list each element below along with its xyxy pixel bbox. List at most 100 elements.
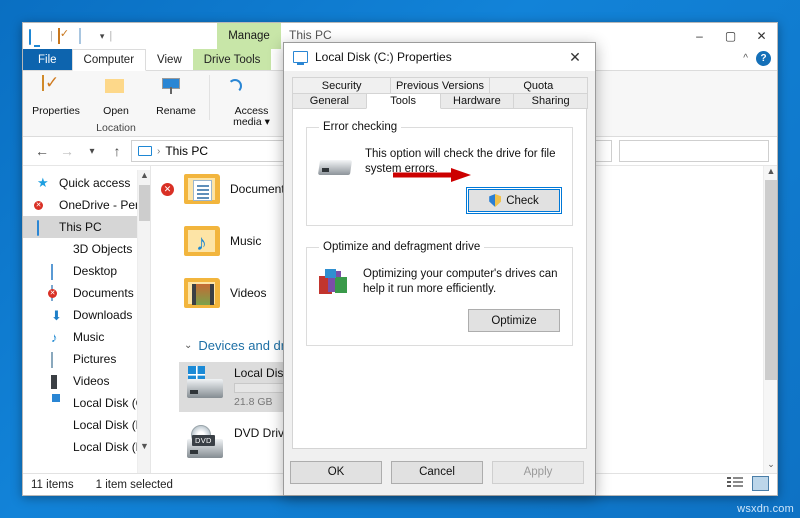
sidebar-item-label: 3D Objects (73, 242, 133, 256)
new-folder-icon[interactable] (78, 27, 95, 44)
sidebar-item-music[interactable]: ♪ Music (23, 326, 150, 348)
scroll-down-icon[interactable]: ▼ (138, 441, 150, 455)
scroll-down-icon[interactable]: ⌄ (764, 459, 777, 473)
details-view-button[interactable] (727, 476, 744, 491)
error-badge-icon: ✕ (161, 182, 174, 196)
properties-icon (42, 75, 70, 104)
error-badge-icon: ✕ (34, 201, 43, 210)
sidebar-item-quick-access[interactable]: ★ Quick access (23, 172, 150, 194)
optimize-legend: Optimize and defragment drive (323, 241, 481, 253)
list-item[interactable]: Videos (184, 278, 266, 308)
close-button[interactable]: ✕ (746, 23, 777, 49)
uac-shield-icon (489, 194, 501, 207)
sidebar-item-label: Downloads (73, 308, 133, 322)
chevron-down-icon[interactable]: ⌄ (184, 340, 192, 351)
tab-drive-tools[interactable]: Drive Tools (192, 49, 272, 70)
sidebar-item-onedrive[interactable]: ✕ OneDrive - Personal (23, 194, 150, 216)
cloud-icon: ✕ (34, 198, 53, 212)
scroll-up-icon[interactable]: ▲ (138, 170, 150, 184)
ribbon-button-properties[interactable]: Properties (27, 74, 85, 117)
view-mode-buttons (727, 476, 769, 491)
sidebar-item-local-disk-c[interactable]: Local Disk (C:) (23, 392, 150, 414)
cube-icon (51, 242, 67, 256)
scroll-up-icon[interactable]: ▲ (764, 166, 777, 180)
item-label: Music (230, 234, 262, 248)
tab-previous-versions[interactable]: Previous Versions (390, 77, 490, 93)
videos-icon (51, 374, 67, 389)
back-button[interactable]: ← (31, 140, 53, 162)
help-icon[interactable]: ? (756, 51, 771, 66)
this-pc-icon[interactable] (29, 28, 45, 45)
minimize-button[interactable]: – (684, 23, 715, 49)
properties-dialog: Local Disk (C:) Properties ✕ Security Pr… (283, 42, 596, 496)
sidebar-item-this-pc[interactable]: This PC (23, 216, 150, 238)
list-item[interactable]: ✕ Documents (161, 174, 291, 204)
scrollbar-thumb[interactable] (765, 180, 777, 380)
tab-quota[interactable]: Quota (488, 77, 588, 93)
properties-icon[interactable] (57, 27, 74, 44)
sidebar-item-label: Documents (73, 286, 134, 300)
ok-button[interactable]: OK (290, 460, 382, 484)
list-item[interactable]: ♪ Music (184, 226, 261, 256)
content-scrollbar[interactable]: ▲ ⌄ (763, 166, 777, 473)
forward-button[interactable]: → (56, 140, 78, 162)
tab-file[interactable]: File (23, 49, 72, 70)
status-item-count: 11 items (31, 478, 74, 491)
dialog-close-button[interactable]: ✕ (555, 43, 595, 71)
chevron-up-icon[interactable]: ^ (743, 53, 748, 64)
tab-computer[interactable]: Computer (71, 49, 147, 71)
dialog-body-tools: Error checking This option will check th… (292, 109, 587, 449)
sidebar-item-desktop[interactable]: Desktop (23, 260, 150, 282)
sidebar-item-pictures[interactable]: Pictures (23, 348, 150, 370)
quick-access-toolbar: | ▾ | (29, 27, 113, 45)
ribbon-button-access-media[interactable]: Access media ▾ (223, 74, 281, 128)
drive-icon (319, 153, 353, 175)
qat-divider: | (50, 30, 53, 42)
sidebar-item-3d-objects[interactable]: 3D Objects (23, 238, 150, 260)
breadcrumb-separator: › (157, 145, 161, 157)
check-button-label: Check (506, 194, 539, 207)
drive-properties-icon (293, 51, 308, 65)
breadcrumb-item-this-pc[interactable]: This PC (165, 144, 208, 158)
sidebar-item-documents[interactable]: ✕ Documents (23, 282, 150, 304)
music-folder-icon: ♪ (184, 226, 220, 256)
sidebar-item-local-disk-d[interactable]: Local Disk (D:) (23, 414, 150, 436)
tab-general[interactable]: General (292, 93, 367, 109)
error-badge-icon: ✕ (48, 289, 57, 298)
sidebar-item-local-disk-e[interactable]: Local Disk (E:) (23, 436, 150, 458)
sidebar-item-label: Pictures (73, 352, 117, 366)
dialog-tab-row-bottom: General Tools Hardware Sharing (292, 93, 588, 109)
up-button[interactable]: ↑ (106, 140, 128, 162)
large-icons-view-button[interactable] (752, 476, 769, 491)
sidebar-item-downloads[interactable]: ⬇ Downloads (23, 304, 150, 326)
cancel-button[interactable]: Cancel (391, 460, 483, 484)
sidebar-scrollbar[interactable]: ▲ ▼ (137, 170, 150, 473)
maximize-button[interactable]: ▢ (715, 23, 746, 49)
dvd-drive-icon: DVD (185, 425, 225, 458)
tab-security[interactable]: Security (292, 77, 392, 93)
qat-divider-2: | (109, 30, 113, 42)
navigation-pane: ★ Quick access ✕ OneDrive - Personal Thi… (23, 166, 151, 473)
ribbon-button-rename[interactable]: Rename (147, 74, 205, 117)
sidebar-item-label: Music (73, 330, 105, 344)
status-selection: 1 item selected (95, 478, 173, 491)
chevron-down-icon[interactable]: ▾ (265, 116, 270, 128)
chevron-down-icon[interactable]: ▾ (100, 31, 105, 42)
tab-hardware[interactable]: Hardware (439, 93, 515, 109)
sidebar-item-videos[interactable]: Videos (23, 370, 150, 392)
search-input[interactable] (619, 140, 769, 162)
check-button[interactable]: Check (466, 187, 562, 214)
tab-sharing[interactable]: Sharing (513, 93, 588, 109)
optimize-button[interactable]: Optimize (468, 309, 560, 332)
recent-locations-button[interactable]: ▾ (81, 140, 103, 162)
ribbon-button-open[interactable]: Open (87, 74, 145, 117)
item-label: Videos (230, 286, 267, 300)
dialog-tab-row-top: Security Previous Versions Quota (292, 77, 588, 93)
sidebar-item-label: Videos (73, 374, 110, 388)
optimize-description: Optimizing your computer's drives can he… (363, 268, 558, 295)
tab-view[interactable]: View (146, 49, 193, 70)
drive-icon (51, 440, 67, 454)
rename-icon (162, 76, 190, 104)
tab-tools[interactable]: Tools (365, 93, 441, 109)
scrollbar-thumb[interactable] (139, 185, 150, 221)
